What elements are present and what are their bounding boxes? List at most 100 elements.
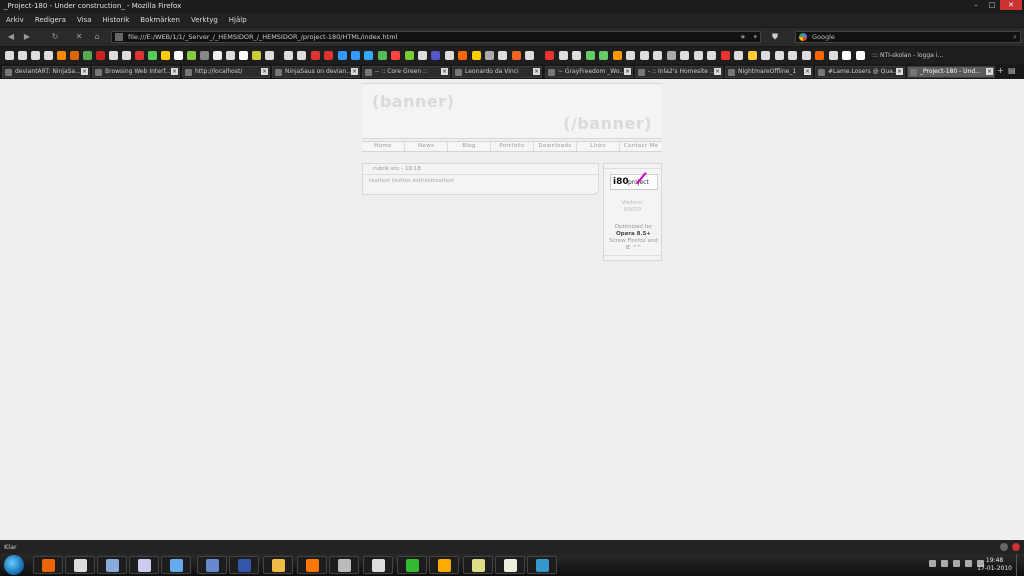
bookmark-icon[interactable] xyxy=(653,51,662,60)
taskbar-app-button[interactable] xyxy=(397,556,427,574)
bookmark-icon[interactable] xyxy=(511,51,521,60)
bookmark-icon[interactable] xyxy=(174,51,183,60)
bookmark-icon[interactable] xyxy=(828,51,838,60)
bookmark-icon[interactable] xyxy=(377,51,387,60)
site-nav-blog[interactable]: Blog xyxy=(448,142,491,151)
taskbar-app-button[interactable] xyxy=(65,556,95,574)
browser-tab[interactable]: NinjaSaus on devian... × xyxy=(272,66,360,78)
tab-list-button[interactable]: ▤ xyxy=(1008,66,1016,75)
maximize-button[interactable]: □ xyxy=(984,0,1000,10)
bookmark-icon[interactable] xyxy=(297,51,307,60)
new-tab-button[interactable]: + xyxy=(997,66,1004,75)
url-bar[interactable]: file:///E:/WEB/1/1/_Server_/_HEMSIDOR_/_… xyxy=(111,31,761,43)
bookmark-icon[interactable] xyxy=(855,51,865,60)
bookmark-icon[interactable] xyxy=(337,51,347,60)
taskbar-app-button[interactable] xyxy=(363,556,393,574)
bookmark-icon[interactable] xyxy=(70,51,79,60)
site-nav-portfolio[interactable]: Portfolio xyxy=(491,142,534,151)
bookmark-icon[interactable] xyxy=(252,51,261,60)
browser-tab[interactable]: _Project-180 - Und... × xyxy=(907,66,995,78)
bookmark-icon[interactable] xyxy=(265,51,274,60)
taskbar-app-button[interactable] xyxy=(297,556,327,574)
bookmark-icon[interactable] xyxy=(391,51,401,60)
bookmark-icon[interactable] xyxy=(680,51,689,60)
start-button[interactable] xyxy=(4,555,24,575)
taskbar-app-button[interactable] xyxy=(129,556,159,574)
bookmark-icon[interactable] xyxy=(239,51,248,60)
bookmark-icon[interactable] xyxy=(458,51,468,60)
bookmark-icon[interactable] xyxy=(485,51,494,60)
taskbar-app-button[interactable] xyxy=(495,556,525,574)
menu-verktyg[interactable]: Verktyg xyxy=(191,13,218,27)
bookmark-icon[interactable] xyxy=(585,51,595,60)
bookmark-icon[interactable] xyxy=(801,51,811,60)
bookmark-icon[interactable] xyxy=(626,51,635,60)
bookmark-icon[interactable] xyxy=(44,51,53,60)
bookmark-icon[interactable] xyxy=(572,51,581,60)
bookmark-icon[interactable] xyxy=(122,51,131,60)
network-icon[interactable] xyxy=(965,560,972,567)
bookmark-icon[interactable] xyxy=(187,51,196,60)
search-bar[interactable]: Google ⌕ xyxy=(795,31,1021,43)
forward-button[interactable]: ▶ xyxy=(20,31,34,43)
bookmark-icon[interactable] xyxy=(418,51,427,60)
bookmark-icon[interactable] xyxy=(471,51,481,60)
browser-tab[interactable]: NightmareOffline_1 × xyxy=(725,66,813,78)
browser-tab[interactable]: deviantART: NinjaSa... × xyxy=(2,66,90,78)
bookmark-icon[interactable] xyxy=(444,51,454,60)
tray-icon[interactable] xyxy=(953,560,960,567)
bookmark-icon[interactable] xyxy=(431,51,441,60)
minimize-button[interactable]: – xyxy=(968,0,984,10)
bookmark-icon[interactable] xyxy=(815,51,824,60)
tab-close-icon[interactable]: × xyxy=(714,68,721,75)
taskbar-app-button[interactable] xyxy=(329,556,359,574)
taskbar-app-button[interactable] xyxy=(33,556,63,574)
bookmark-icon[interactable] xyxy=(842,51,851,60)
browser-tab[interactable]: -- :: Core Green :: × xyxy=(362,66,450,78)
show-desktop-button[interactable] xyxy=(1016,554,1024,576)
bookmark-icon[interactable] xyxy=(525,51,535,60)
bookmark-icon[interactable] xyxy=(83,51,92,60)
bookmark-icon[interactable] xyxy=(135,51,144,60)
bookmark-icon[interactable] xyxy=(734,51,743,60)
bookmark-icon[interactable] xyxy=(404,51,414,60)
taskbar-app-button[interactable] xyxy=(429,556,459,574)
back-button[interactable]: ◀ xyxy=(4,31,18,43)
taskbar-app-button[interactable] xyxy=(197,556,227,574)
menu-visa[interactable]: Visa xyxy=(77,13,92,27)
url-dropdown-icon[interactable]: ▾ xyxy=(753,32,757,42)
bookmark-icon[interactable] xyxy=(57,51,66,60)
browser-tab[interactable]: #Lame.Losers @ Qua... × xyxy=(815,66,905,78)
taskbar-app-button[interactable] xyxy=(161,556,191,574)
bookmark-icon[interactable] xyxy=(693,51,703,60)
adblock-icon[interactable] xyxy=(1012,543,1020,551)
bookmark-icon[interactable] xyxy=(31,51,40,60)
bookmark-icon[interactable] xyxy=(5,51,14,60)
tab-close-icon[interactable]: × xyxy=(986,68,993,75)
taskbar-app-button[interactable] xyxy=(463,556,493,574)
tab-close-icon[interactable]: × xyxy=(261,68,268,75)
site-nav-downloads[interactable]: Downloads xyxy=(534,142,577,151)
menu-arkiv[interactable]: Arkiv xyxy=(6,13,24,27)
site-nav-home[interactable]: Home xyxy=(362,142,405,151)
bookmark-icon[interactable] xyxy=(612,51,622,60)
bookmark-icon[interactable] xyxy=(707,51,716,60)
tab-close-icon[interactable]: × xyxy=(81,68,88,75)
bookmark-icon[interactable] xyxy=(226,51,235,60)
stop-button[interactable]: ✕ xyxy=(72,31,86,43)
bookmark-icon[interactable] xyxy=(761,51,770,60)
bookmark-icon[interactable] xyxy=(161,51,170,60)
addon-status-icon[interactable] xyxy=(1000,543,1008,551)
tab-close-icon[interactable]: × xyxy=(351,68,358,75)
bookmark-icon[interactable] xyxy=(213,51,222,60)
bookmark-icon[interactable] xyxy=(351,51,360,60)
search-icon[interactable]: ⌕ xyxy=(1013,32,1017,42)
tab-close-icon[interactable]: × xyxy=(533,68,540,75)
google-icon[interactable] xyxy=(799,33,807,41)
bookmark-icon[interactable] xyxy=(720,51,730,60)
browser-tab[interactable]: - :: Inla2's Homesite :... × xyxy=(635,66,723,78)
bookmark-icon[interactable] xyxy=(788,51,797,60)
taskbar-app-button[interactable] xyxy=(229,556,259,574)
bookmark-icon[interactable] xyxy=(18,51,27,60)
menu-historik[interactable]: Historik xyxy=(103,13,130,27)
